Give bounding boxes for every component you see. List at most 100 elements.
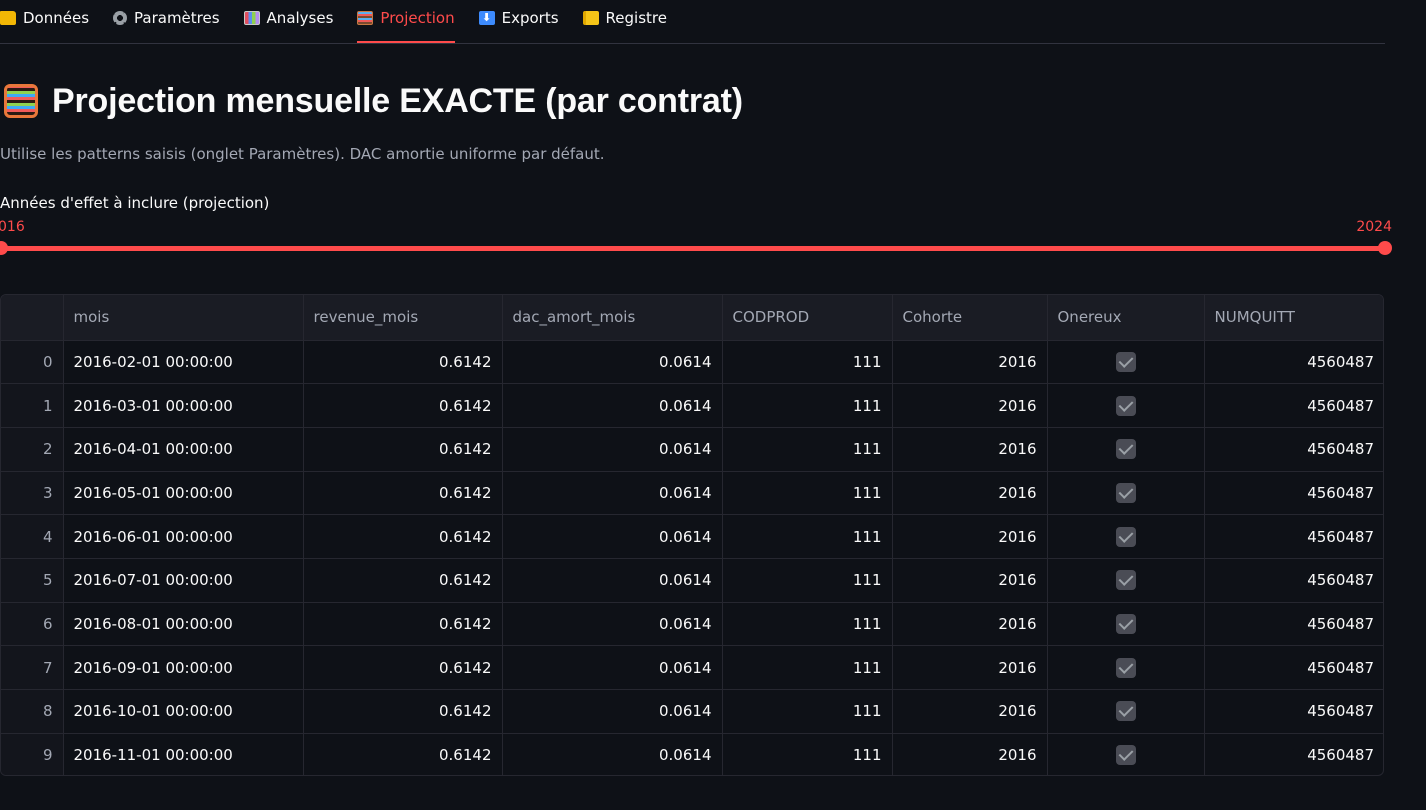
cell-cohorte[interactable]: 2016 <box>892 645 1048 690</box>
cell-onereux[interactable] <box>1047 427 1205 472</box>
cell-revenue-mois[interactable]: 0.6142 <box>303 383 503 428</box>
cell-onereux[interactable] <box>1047 689 1205 734</box>
cell-dac-amort-mois[interactable]: 0.0614 <box>502 383 723 428</box>
cell-onereux[interactable] <box>1047 471 1205 516</box>
cell-codprod[interactable]: 111 <box>722 340 893 385</box>
cell-revenue-mois[interactable]: 0.6142 <box>303 602 503 647</box>
cell-numquitt[interactable]: 4560487 <box>1204 340 1383 385</box>
cell-revenue-mois[interactable]: 0.6142 <box>303 471 503 516</box>
cell-mois[interactable]: 2016-02-01 00:00:00 <box>63 340 304 385</box>
cell-cohorte[interactable]: 2016 <box>892 427 1048 472</box>
cell-onereux[interactable] <box>1047 602 1205 647</box>
cell-mois[interactable]: 2016-05-01 00:00:00 <box>63 471 304 516</box>
cell-numquitt[interactable]: 4560487 <box>1204 558 1383 603</box>
cell-codprod[interactable]: 111 <box>722 733 893 775</box>
cell-revenue-mois[interactable]: 0.6142 <box>303 514 503 559</box>
cell-mois[interactable]: 2016-04-01 00:00:00 <box>63 427 304 472</box>
tab-projection[interactable]: Projection <box>357 0 455 43</box>
cell-mois[interactable]: 2016-11-01 00:00:00 <box>63 733 304 775</box>
row-index[interactable]: 9 <box>1 733 64 775</box>
cell-cohorte[interactable]: 2016 <box>892 514 1048 559</box>
cell-codprod[interactable]: 111 <box>722 514 893 559</box>
cell-cohorte[interactable]: 2016 <box>892 340 1048 385</box>
cell-dac-amort-mois[interactable]: 0.0614 <box>502 471 723 516</box>
cell-mois[interactable]: 2016-08-01 00:00:00 <box>63 602 304 647</box>
column-header-cohorte[interactable]: Cohorte <box>892 295 1048 341</box>
cell-codprod[interactable]: 111 <box>722 689 893 734</box>
column-header-onereux[interactable]: Onereux <box>1047 295 1205 341</box>
cell-dac-amort-mois[interactable]: 0.0614 <box>502 340 723 385</box>
table-row[interactable]: 3 2016-05-01 00:00:00 0.6142 0.0614 111 2016 4… <box>1 471 1383 516</box>
tab-exports[interactable]: ⬇ Exports <box>478 0 559 36</box>
table-row[interactable]: 6 2016-08-01 00:00:00 0.6142 0.0614 111 2016 4… <box>1 602 1383 647</box>
cell-mois[interactable]: 2016-03-01 00:00:00 <box>63 383 304 428</box>
table-row[interactable]: 7 2016-09-01 00:00:00 0.6142 0.0614 111 2016 4… <box>1 645 1383 690</box>
onereux-checkbox[interactable] <box>1115 745 1136 766</box>
slider-thumb-min[interactable] <box>0 241 8 255</box>
row-index[interactable]: 3 <box>1 471 64 516</box>
row-index[interactable]: 8 <box>1 689 64 734</box>
table-row[interactable]: 0 2016-02-01 00:00:00 0.6142 0.0614 111 2016 4… <box>1 340 1383 385</box>
column-header-codprod[interactable]: CODPROD <box>722 295 893 341</box>
column-header-mois[interactable]: mois <box>63 295 304 341</box>
row-index[interactable]: 0 <box>1 340 64 385</box>
tab-registre[interactable]: Registre <box>582 0 667 36</box>
row-index[interactable]: 7 <box>1 645 64 690</box>
cell-dac-amort-mois[interactable]: 0.0614 <box>502 558 723 603</box>
projection-table[interactable]: mois revenue_mois dac_amort_mois CODPROD… <box>0 294 1384 776</box>
table-row[interactable]: 5 2016-07-01 00:00:00 0.6142 0.0614 111 2016 4… <box>1 558 1383 603</box>
cell-codprod[interactable]: 111 <box>722 471 893 516</box>
row-index[interactable]: 4 <box>1 514 64 559</box>
cell-onereux[interactable] <box>1047 733 1205 775</box>
cell-onereux[interactable] <box>1047 645 1205 690</box>
column-header-dac-amort-mois[interactable]: dac_amort_mois <box>502 295 723 341</box>
onereux-checkbox[interactable] <box>1115 701 1136 722</box>
cell-mois[interactable]: 2016-06-01 00:00:00 <box>63 514 304 559</box>
cell-numquitt[interactable]: 4560487 <box>1204 602 1383 647</box>
tab-parametres[interactable]: Paramètres <box>113 0 220 36</box>
onereux-checkbox[interactable] <box>1115 439 1136 460</box>
cell-codprod[interactable]: 111 <box>722 602 893 647</box>
cell-onereux[interactable] <box>1047 558 1205 603</box>
onereux-checkbox[interactable] <box>1115 570 1136 591</box>
table-row[interactable]: 9 2016-11-01 00:00:00 0.6142 0.0614 111 2016 4… <box>1 733 1383 775</box>
row-index[interactable]: 5 <box>1 558 64 603</box>
row-index[interactable]: 2 <box>1 427 64 472</box>
cell-numquitt[interactable]: 4560487 <box>1204 645 1383 690</box>
cell-onereux[interactable] <box>1047 383 1205 428</box>
column-header-revenue-mois[interactable]: revenue_mois <box>303 295 503 341</box>
table-row[interactable]: 2 2016-04-01 00:00:00 0.6142 0.0614 111 2016 4… <box>1 427 1383 472</box>
cell-mois[interactable]: 2016-07-01 00:00:00 <box>63 558 304 603</box>
onereux-checkbox[interactable] <box>1115 526 1136 547</box>
onereux-checkbox[interactable] <box>1115 482 1136 503</box>
tab-analyses[interactable]: Analyses <box>243 0 333 36</box>
cell-codprod[interactable]: 111 <box>722 558 893 603</box>
cell-dac-amort-mois[interactable]: 0.0614 <box>502 733 723 775</box>
row-index[interactable]: 6 <box>1 602 64 647</box>
cell-dac-amort-mois[interactable]: 0.0614 <box>502 645 723 690</box>
table-row[interactable]: 4 2016-06-01 00:00:00 0.6142 0.0614 111 2016 4… <box>1 514 1383 559</box>
row-index[interactable]: 1 <box>1 383 64 428</box>
cell-mois[interactable]: 2016-09-01 00:00:00 <box>63 645 304 690</box>
cell-revenue-mois[interactable]: 0.6142 <box>303 427 503 472</box>
cell-dac-amort-mois[interactable]: 0.0614 <box>502 514 723 559</box>
cell-numquitt[interactable]: 4560487 <box>1204 514 1383 559</box>
cell-cohorte[interactable]: 2016 <box>892 558 1048 603</box>
year-range-slider-track[interactable] <box>0 246 1385 251</box>
cell-onereux[interactable] <box>1047 514 1205 559</box>
cell-numquitt[interactable]: 4560487 <box>1204 689 1383 734</box>
cell-codprod[interactable]: 111 <box>722 645 893 690</box>
cell-dac-amort-mois[interactable]: 0.0614 <box>502 427 723 472</box>
column-header-numquitt[interactable]: NUMQUITT <box>1204 295 1383 341</box>
onereux-checkbox[interactable] <box>1115 395 1136 416</box>
cell-onereux[interactable] <box>1047 340 1205 385</box>
onereux-checkbox[interactable] <box>1115 351 1136 372</box>
cell-cohorte[interactable]: 2016 <box>892 733 1048 775</box>
cell-dac-amort-mois[interactable]: 0.0614 <box>502 602 723 647</box>
cell-revenue-mois[interactable]: 0.6142 <box>303 340 503 385</box>
cell-numquitt[interactable]: 4560487 <box>1204 733 1383 775</box>
cell-numquitt[interactable]: 4560487 <box>1204 427 1383 472</box>
table-row[interactable]: 8 2016-10-01 00:00:00 0.6142 0.0614 111 2016 4… <box>1 689 1383 734</box>
cell-numquitt[interactable]: 4560487 <box>1204 383 1383 428</box>
cell-codprod[interactable]: 111 <box>722 383 893 428</box>
